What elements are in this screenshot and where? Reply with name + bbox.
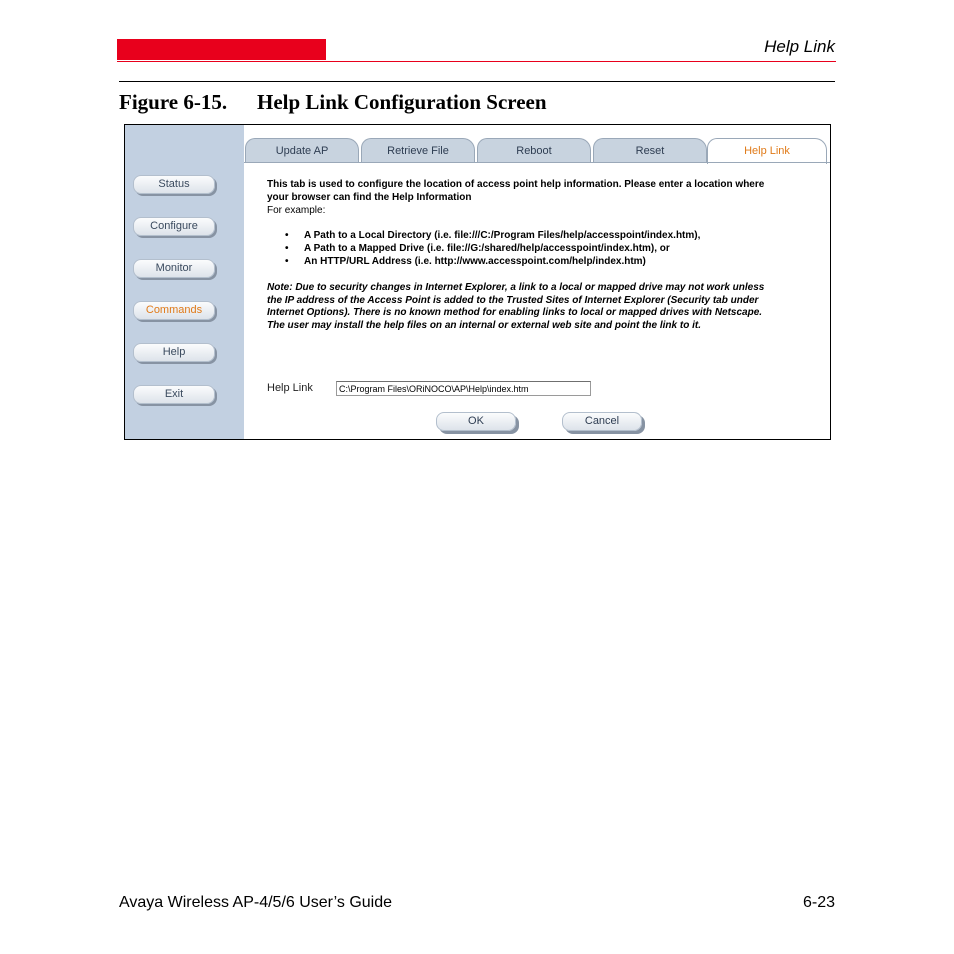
intro-line-1: This tab is used to configure the locati…	[267, 179, 765, 190]
list-item: A Path to a Mapped Drive (i.e. file://G:…	[285, 242, 827, 255]
list-item: An HTTP/URL Address (i.e. http://www.acc…	[285, 255, 827, 268]
help-link-content: This tab is used to configure the locati…	[267, 178, 827, 332]
intro-line-2: your browser can find the Help Informati…	[267, 192, 472, 203]
tab-reset[interactable]: Reset	[593, 138, 707, 162]
tab-retrieve-file[interactable]: Retrieve File	[361, 138, 475, 162]
list-item: A Path to a Local Directory (i.e. file:/…	[285, 229, 827, 242]
note-line: the IP address of the Access Point is ad…	[267, 294, 759, 306]
nav-commands-button[interactable]: Commands	[133, 301, 215, 320]
tab-baseline	[244, 162, 830, 163]
nav-exit-button[interactable]: Exit	[133, 385, 215, 404]
tab-update-ap[interactable]: Update AP	[245, 138, 359, 162]
help-link-label: Help Link	[267, 382, 313, 394]
nav-help-button[interactable]: Help	[133, 343, 215, 362]
nav-configure-button[interactable]: Configure	[133, 217, 215, 236]
intro-text: This tab is used to configure the locati…	[267, 178, 827, 217]
nav-status-button[interactable]: Status	[133, 175, 215, 194]
guide-title: Avaya Wireless AP-4/5/6 User’s Guide	[119, 894, 393, 911]
caption-divider	[119, 81, 835, 82]
page-number: 6-23	[802, 894, 835, 911]
examples-list: A Path to a Local Directory (i.e. file:/…	[267, 229, 827, 268]
header-accent-bar	[117, 39, 326, 60]
section-title: Help Link	[764, 37, 835, 56]
help-link-screen: Status Configure Monitor Commands Help E…	[124, 124, 831, 440]
security-note: Note: Due to security changes in Interne…	[267, 282, 827, 332]
figure-number: Figure 6-15.	[119, 90, 228, 114]
help-link-input[interactable]	[336, 381, 591, 396]
tab-help-link[interactable]: Help Link	[707, 138, 827, 164]
ok-button[interactable]: OK	[436, 412, 516, 431]
cancel-button[interactable]: Cancel	[562, 412, 642, 431]
note-line: The user may install the help files on a…	[267, 319, 701, 331]
figure-title: Help Link Configuration Screen	[257, 90, 547, 114]
figure-caption: Figure 6-15. Help Link Configuration Scre…	[119, 90, 547, 115]
left-nav: Status Configure Monitor Commands Help E…	[125, 125, 244, 439]
nav-monitor-button[interactable]: Monitor	[133, 259, 215, 278]
header-red-rule	[117, 61, 836, 62]
command-tabs: Update AP Retrieve File Reboot Reset Hel…	[245, 138, 830, 164]
intro-line-3: For example:	[267, 205, 326, 216]
tab-reboot[interactable]: Reboot	[477, 138, 591, 162]
note-line: Internet Options). There is no known met…	[267, 307, 763, 318]
note-line: Note: Due to security changes in Interne…	[267, 282, 765, 293]
